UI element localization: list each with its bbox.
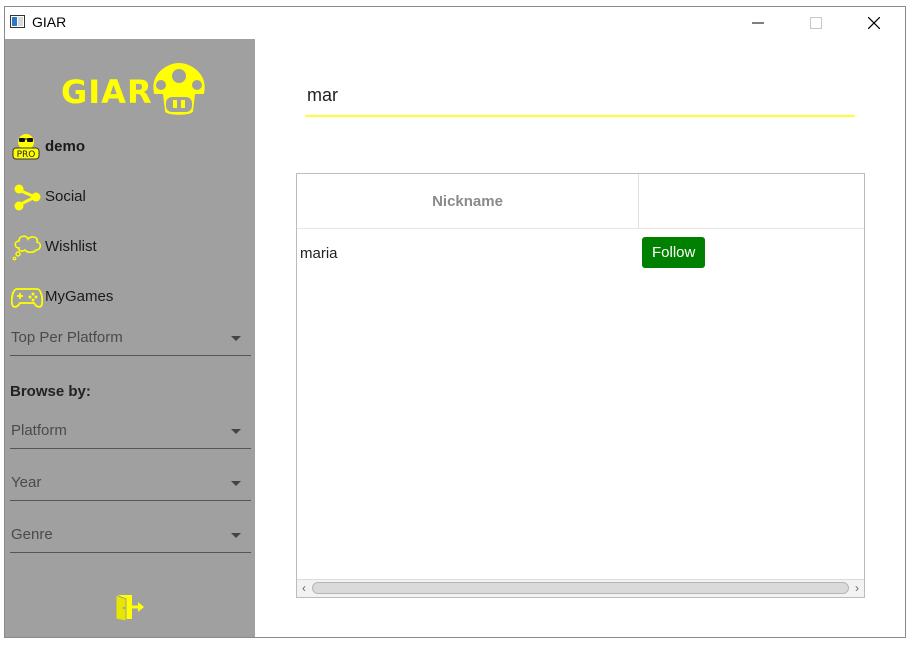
select-value: Genre — [11, 526, 53, 543]
logo-text: GIAR — [61, 73, 153, 111]
search-field[interactable] — [305, 77, 859, 117]
chevron-down-icon — [231, 336, 241, 341]
search-input[interactable] — [305, 77, 859, 113]
thought-bubble-icon — [11, 230, 43, 262]
follow-button[interactable]: Follow — [642, 237, 706, 268]
sidebar-item-label: MyGames — [45, 287, 114, 305]
window-title: GIAR — [32, 14, 67, 30]
chevron-down-icon — [231, 533, 241, 538]
year-select[interactable]: Year — [10, 466, 251, 501]
sidebar-item-label: Social — [45, 187, 86, 205]
table-header: Nickname — [297, 174, 864, 229]
close-button[interactable] — [851, 7, 897, 39]
minimize-button[interactable] — [735, 7, 781, 39]
share-icon — [11, 180, 43, 212]
scrollbar-thumb[interactable] — [312, 582, 849, 594]
user-name: demo — [45, 137, 86, 155]
minimize-icon — [752, 22, 764, 24]
mushroom-icon — [153, 62, 205, 115]
sidebar-item-mygames[interactable]: MyGames — [10, 279, 114, 313]
platform-select[interactable]: Platform — [10, 414, 251, 449]
genre-select[interactable]: Genre — [10, 518, 251, 553]
select-value: Year — [11, 474, 42, 491]
table-row[interactable]: maria Follow — [297, 229, 864, 277]
pro-user-icon: PRO — [11, 130, 43, 162]
users-table: Nickname maria Follow ‹ › — [296, 173, 865, 598]
scroll-left-icon[interactable]: ‹ — [297, 580, 311, 597]
user-profile[interactable]: PRO demo — [11, 129, 85, 163]
select-value: Platform — [11, 422, 67, 439]
horizontal-scrollbar[interactable]: ‹ › — [297, 579, 864, 597]
sidebar-item-wishlist[interactable]: Wishlist — [11, 229, 97, 263]
app-window: GIAR GIAR PRO demo Social Wishlist MyGam… — [4, 6, 906, 638]
sidebar-item-social[interactable]: Social — [11, 179, 86, 213]
title-bar: GIAR — [5, 7, 905, 39]
maximize-button[interactable] — [793, 7, 839, 39]
chevron-down-icon — [231, 481, 241, 486]
top-per-platform-select[interactable]: Top Per Platform — [10, 321, 251, 356]
gamepad-icon — [10, 280, 44, 312]
app-window-icon — [10, 15, 25, 28]
browse-by-label: Browse by: — [10, 383, 91, 400]
sidebar: GIAR PRO demo Social Wishlist MyGames To… — [5, 39, 255, 637]
chevron-down-icon — [231, 429, 241, 434]
column-header-nickname[interactable]: Nickname — [297, 174, 639, 228]
nickname-cell: maria — [300, 245, 338, 262]
logout-door-icon — [115, 594, 144, 622]
scroll-right-icon[interactable]: › — [850, 580, 864, 597]
sidebar-item-label: Wishlist — [45, 237, 97, 255]
maximize-icon — [810, 17, 822, 29]
logout-button[interactable] — [113, 591, 147, 623]
pro-badge: PRO — [17, 150, 36, 160]
select-value: Top Per Platform — [11, 329, 123, 346]
close-icon — [868, 17, 880, 29]
column-header-action[interactable] — [639, 174, 864, 228]
